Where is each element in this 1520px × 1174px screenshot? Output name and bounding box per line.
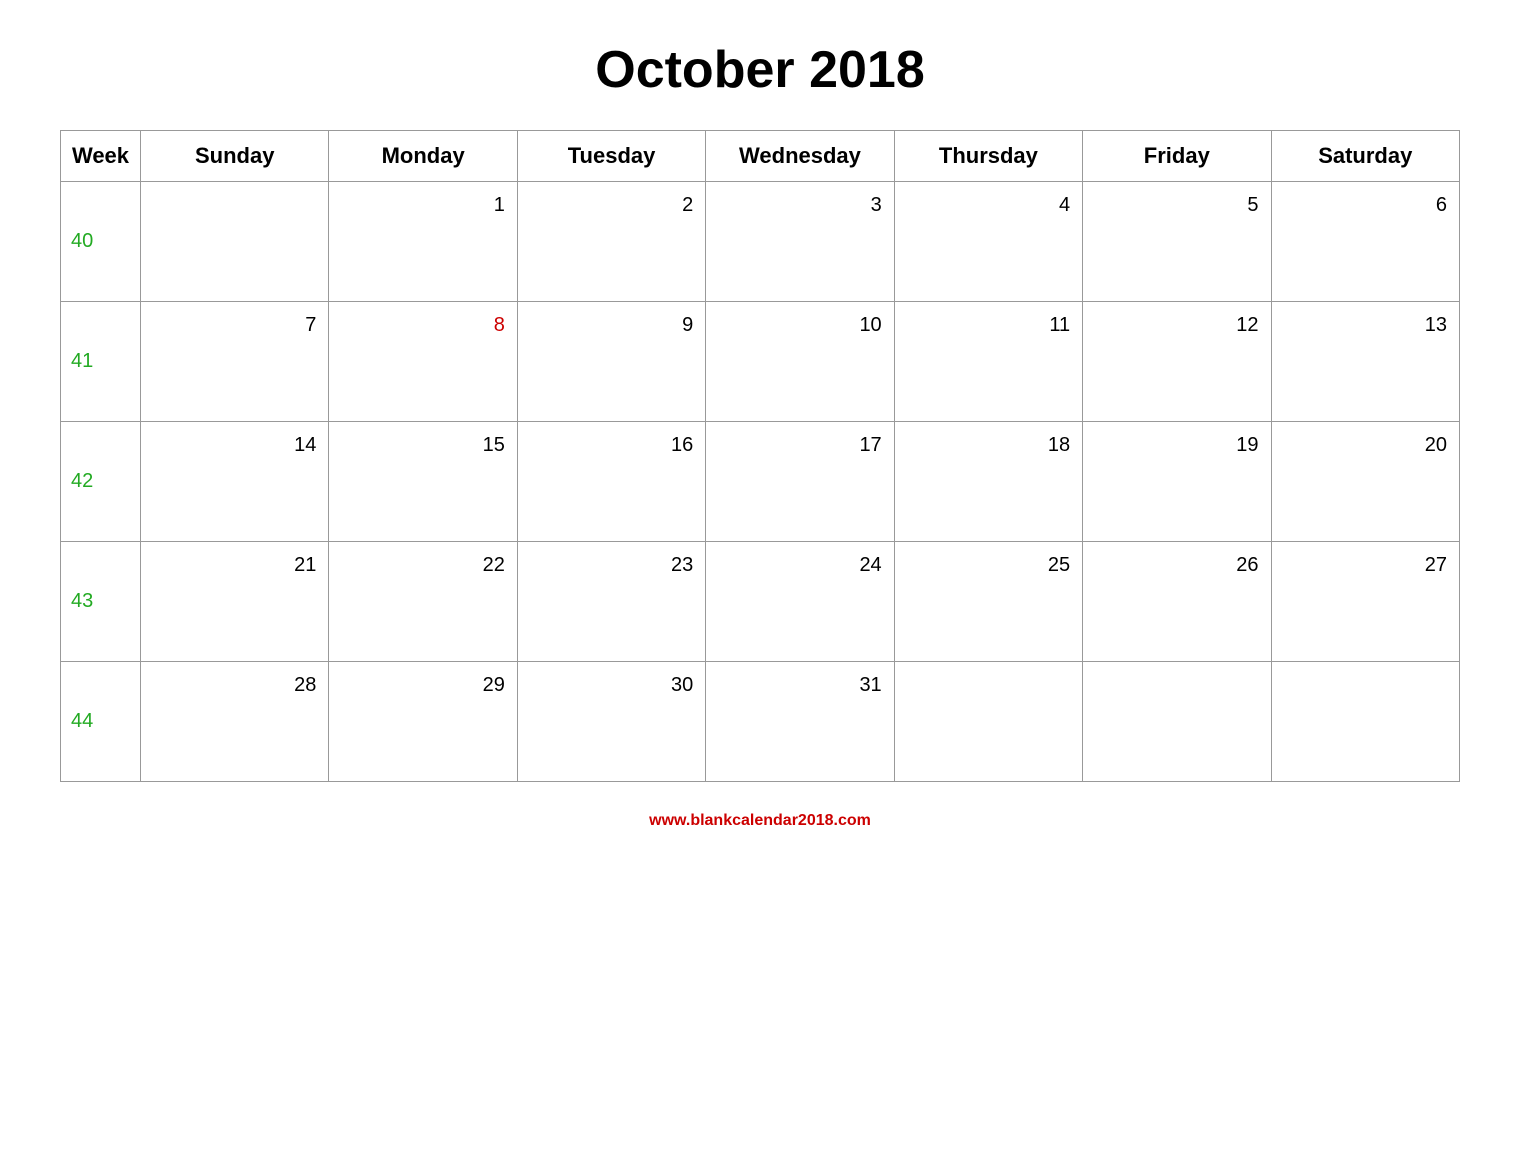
col-header-week: Week bbox=[61, 131, 141, 182]
day-number: 20 bbox=[1282, 430, 1449, 457]
day-number: 22 bbox=[339, 550, 506, 577]
week-row: 43 21 22 23 24 25 26 27 bbox=[61, 542, 1460, 662]
week-row: 41 789 10 11 12 13 bbox=[61, 302, 1460, 422]
day-number: 6 bbox=[1282, 190, 1449, 217]
day-cell: 15 bbox=[329, 422, 517, 542]
day-cell: 27 bbox=[1271, 542, 1459, 662]
day-number: 15 bbox=[339, 430, 506, 457]
day-number: 13 bbox=[1282, 310, 1449, 337]
day-number: 16 bbox=[528, 430, 695, 457]
day-cell: 20 bbox=[1271, 422, 1459, 542]
day-number: 19 bbox=[1093, 430, 1260, 457]
day-number: 23 bbox=[528, 550, 695, 577]
day-number: 7 bbox=[151, 310, 318, 337]
day-number: 14 bbox=[151, 430, 318, 457]
day-cell: 14 bbox=[141, 422, 329, 542]
day-cell: 10 bbox=[706, 302, 894, 422]
day-number: 29 bbox=[339, 670, 506, 697]
week-number: 43 bbox=[71, 550, 130, 613]
day-number: 4 bbox=[905, 190, 1072, 217]
day-number: 31 bbox=[716, 670, 883, 697]
week-number-cell: 42 bbox=[61, 422, 141, 542]
day-cell: 23 bbox=[517, 542, 705, 662]
day-cell: 4 bbox=[894, 182, 1082, 302]
week-number-cell: 41 bbox=[61, 302, 141, 422]
day-cell: 25 bbox=[894, 542, 1082, 662]
day-number: 27 bbox=[1282, 550, 1449, 577]
day-cell: 22 bbox=[329, 542, 517, 662]
day-number: 18 bbox=[905, 430, 1072, 457]
day-cell: 16 bbox=[517, 422, 705, 542]
footer-url: www.blankcalendar2018.com bbox=[649, 812, 871, 830]
day-cell: 30 bbox=[517, 662, 705, 782]
day-cell: 12 bbox=[1083, 302, 1271, 422]
page-title: October 2018 bbox=[595, 40, 925, 100]
col-header-saturday: Saturday bbox=[1271, 131, 1459, 182]
col-header-monday: Monday bbox=[329, 131, 517, 182]
col-header-tuesday: Tuesday bbox=[517, 131, 705, 182]
col-header-friday: Friday bbox=[1083, 131, 1271, 182]
col-header-wednesday: Wednesday bbox=[706, 131, 894, 182]
day-cell: 24 bbox=[706, 542, 894, 662]
week-number-cell: 40 bbox=[61, 182, 141, 302]
day-cell bbox=[141, 182, 329, 302]
day-cell: 7 bbox=[141, 302, 329, 422]
week-number: 41 bbox=[71, 310, 130, 373]
day-cell: 28 bbox=[141, 662, 329, 782]
week-row: 44 28 29 30 31 bbox=[61, 662, 1460, 782]
week-row: 40 123456 bbox=[61, 182, 1460, 302]
day-number: 12 bbox=[1093, 310, 1260, 337]
day-number: 9 bbox=[528, 310, 695, 337]
day-cell bbox=[894, 662, 1082, 782]
week-number: 40 bbox=[71, 190, 130, 253]
day-number: 21 bbox=[151, 550, 318, 577]
day-cell bbox=[1083, 662, 1271, 782]
day-number: 8 bbox=[339, 310, 506, 337]
day-number: 17 bbox=[716, 430, 883, 457]
calendar-table: WeekSundayMondayTuesdayWednesdayThursday… bbox=[60, 130, 1460, 782]
day-number: 25 bbox=[905, 550, 1072, 577]
day-number: 11 bbox=[905, 310, 1072, 337]
week-row: 42 14 15 16 17 18 19 20 bbox=[61, 422, 1460, 542]
day-number: 1 bbox=[339, 190, 506, 217]
day-cell: 6 bbox=[1271, 182, 1459, 302]
col-header-thursday: Thursday bbox=[894, 131, 1082, 182]
day-cell: 13 bbox=[1271, 302, 1459, 422]
week-number-cell: 43 bbox=[61, 542, 141, 662]
day-number: 30 bbox=[528, 670, 695, 697]
day-number: 3 bbox=[716, 190, 883, 217]
day-cell bbox=[1271, 662, 1459, 782]
week-number: 44 bbox=[71, 670, 130, 733]
day-cell: 9 bbox=[517, 302, 705, 422]
day-cell: 3 bbox=[706, 182, 894, 302]
day-cell: 31 bbox=[706, 662, 894, 782]
day-cell: 2 bbox=[517, 182, 705, 302]
day-cell: 8 bbox=[329, 302, 517, 422]
day-cell: 17 bbox=[706, 422, 894, 542]
week-number: 42 bbox=[71, 430, 130, 493]
week-number-cell: 44 bbox=[61, 662, 141, 782]
day-cell: 21 bbox=[141, 542, 329, 662]
day-cell: 1 bbox=[329, 182, 517, 302]
day-cell: 11 bbox=[894, 302, 1082, 422]
day-number: 28 bbox=[151, 670, 318, 697]
day-number: 26 bbox=[1093, 550, 1260, 577]
day-cell: 18 bbox=[894, 422, 1082, 542]
day-cell: 19 bbox=[1083, 422, 1271, 542]
day-cell: 29 bbox=[329, 662, 517, 782]
day-cell: 26 bbox=[1083, 542, 1271, 662]
col-header-sunday: Sunday bbox=[141, 131, 329, 182]
day-number: 10 bbox=[716, 310, 883, 337]
day-number: 24 bbox=[716, 550, 883, 577]
day-cell: 5 bbox=[1083, 182, 1271, 302]
day-number: 2 bbox=[528, 190, 695, 217]
header-row: WeekSundayMondayTuesdayWednesdayThursday… bbox=[61, 131, 1460, 182]
day-number: 5 bbox=[1093, 190, 1260, 217]
